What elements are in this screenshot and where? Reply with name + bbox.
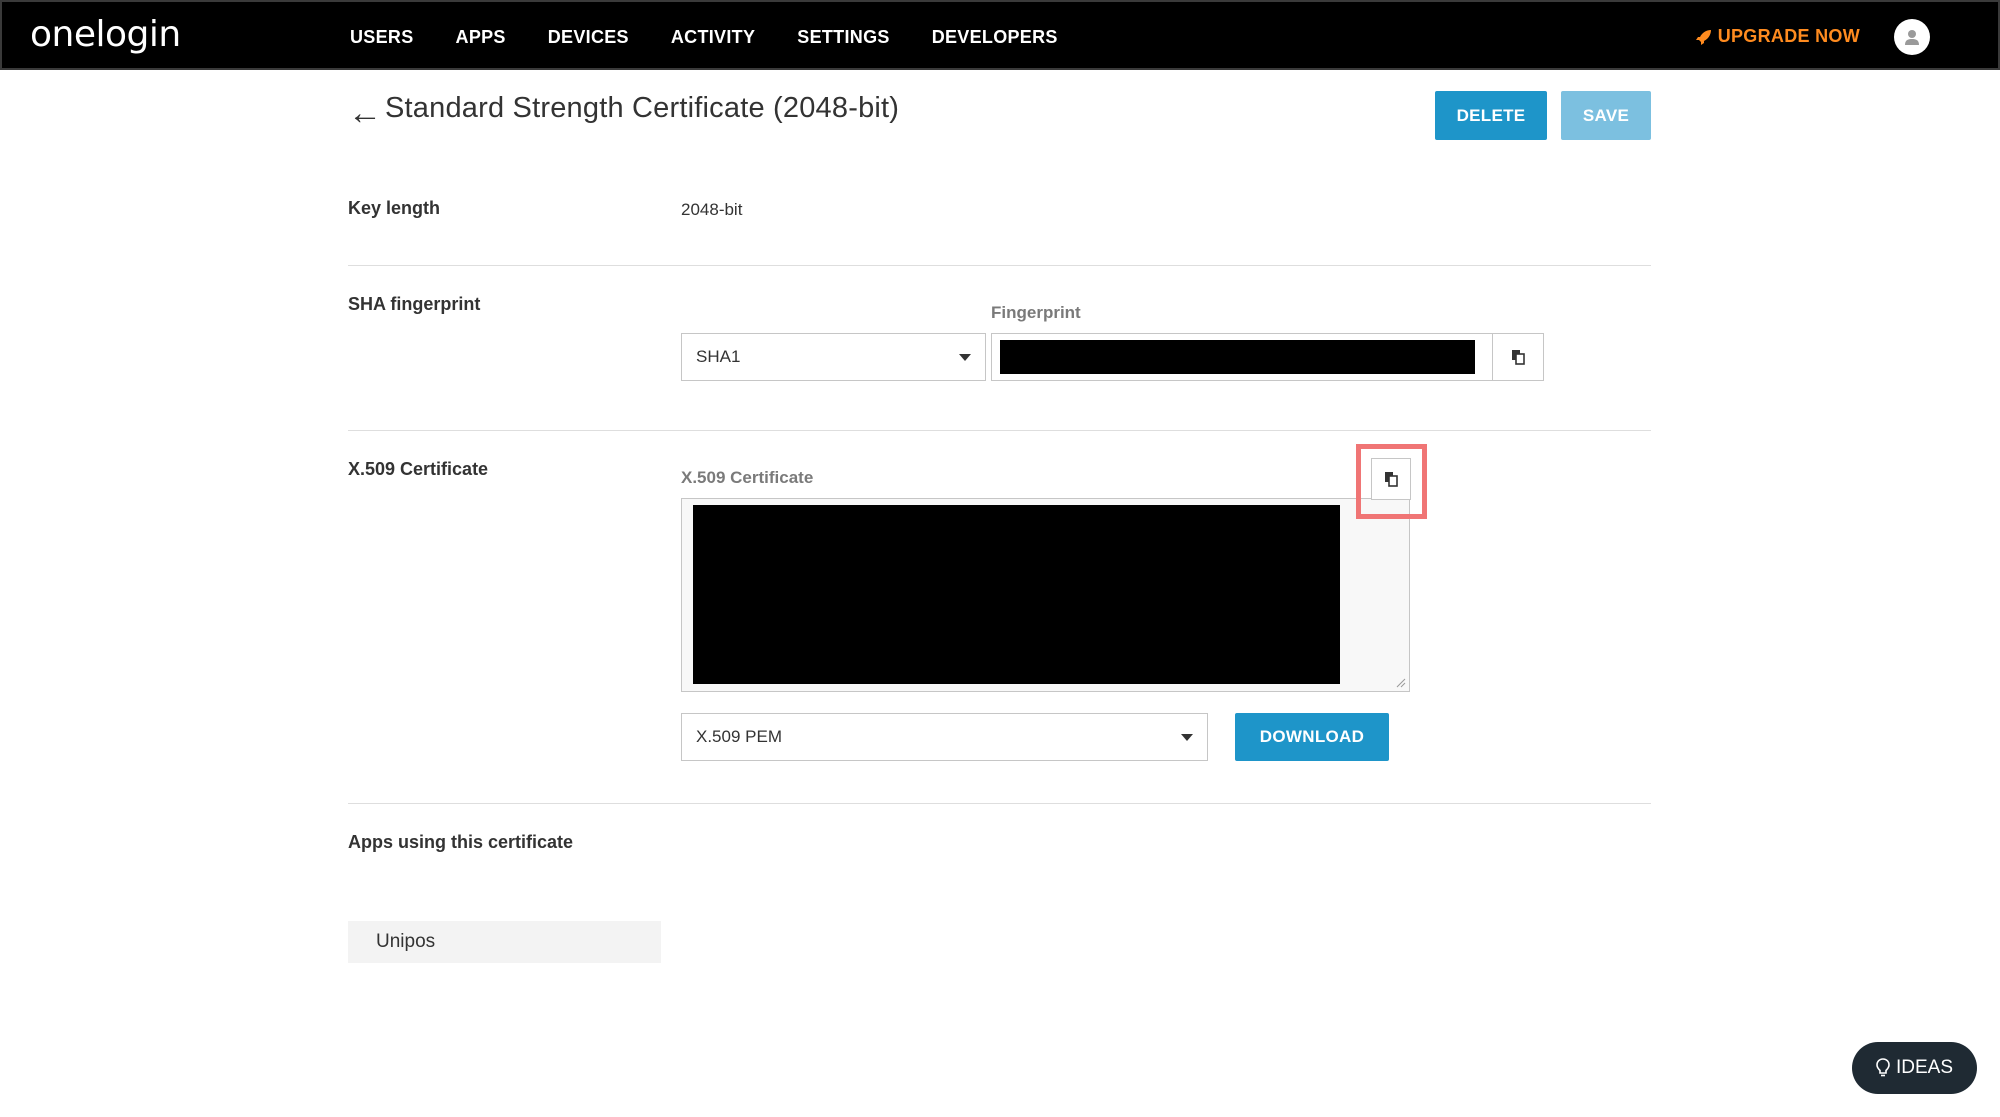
highlight-box <box>1356 444 1427 519</box>
user-icon <box>1905 30 1919 45</box>
lightbulb-icon <box>1876 1058 1890 1077</box>
chevron-down-icon <box>959 354 971 361</box>
sha-fingerprint-label: SHA fingerprint <box>348 294 481 314</box>
x509-caption: X.509 Certificate <box>681 468 814 487</box>
fingerprint-field[interactable] <box>991 333 1493 381</box>
certificate-format-value: X.509 PEM <box>696 727 782 746</box>
key-length-value: 2048-bit <box>681 200 743 219</box>
nav-developers[interactable]: DEVELOPERS <box>932 27 1058 48</box>
sha-algorithm-value: SHA1 <box>696 347 741 366</box>
ideas-button[interactable]: IDEAS <box>1852 1042 1977 1094</box>
onelogin-logo[interactable]: onelogin <box>30 14 181 55</box>
page-title: Standard Strength Certificate (2048-bit) <box>385 92 900 124</box>
main-nav: USERS APPS DEVICES ACTIVITY SETTINGS DEV… <box>350 2 1100 72</box>
user-avatar[interactable] <box>1894 19 1930 55</box>
resize-handle-icon[interactable] <box>1396 678 1406 688</box>
certificate-format-select[interactable]: X.509 PEM <box>681 713 1208 761</box>
nav-activity[interactable]: ACTIVITY <box>671 27 755 48</box>
top-navigation-bar: onelogin USERS APPS DEVICES ACTIVITY SET… <box>0 0 2000 70</box>
sha-algorithm-select[interactable]: SHA1 <box>681 333 986 381</box>
redacted-fingerprint <box>1000 340 1475 374</box>
divider <box>348 803 1651 804</box>
ideas-label: IDEAS <box>1895 1057 1954 1078</box>
nav-users[interactable]: USERS <box>350 27 414 48</box>
divider <box>348 430 1651 431</box>
save-button[interactable]: SAVE <box>1561 91 1651 140</box>
fingerprint-caption: Fingerprint <box>991 303 1081 322</box>
app-item-unipos[interactable]: Unipos <box>348 921 661 963</box>
key-length-label: Key length <box>348 198 441 218</box>
copy-icon <box>1512 350 1525 365</box>
nav-apps[interactable]: APPS <box>456 27 506 48</box>
apps-using-certificate-label: Apps using this certificate <box>348 832 574 852</box>
copy-fingerprint-button[interactable] <box>1492 333 1544 381</box>
nav-devices[interactable]: DEVICES <box>548 27 629 48</box>
download-button[interactable]: DOWNLOAD <box>1235 713 1389 761</box>
redacted-certificate <box>693 505 1340 684</box>
divider <box>348 265 1651 266</box>
chevron-down-icon <box>1181 734 1193 741</box>
x509-certificate-label: X.509 Certificate <box>348 459 489 479</box>
delete-button[interactable]: DELETE <box>1435 91 1547 140</box>
rocket-icon <box>1695 29 1711 45</box>
x509-certificate-textarea[interactable] <box>681 498 1410 692</box>
nav-settings[interactable]: SETTINGS <box>797 27 889 48</box>
upgrade-now-label: UPGRADE NOW <box>1717 26 1860 46</box>
upgrade-now-link[interactable]: UPGRADE NOW <box>1695 26 1860 47</box>
back-arrow-icon[interactable]: ← <box>348 96 382 130</box>
